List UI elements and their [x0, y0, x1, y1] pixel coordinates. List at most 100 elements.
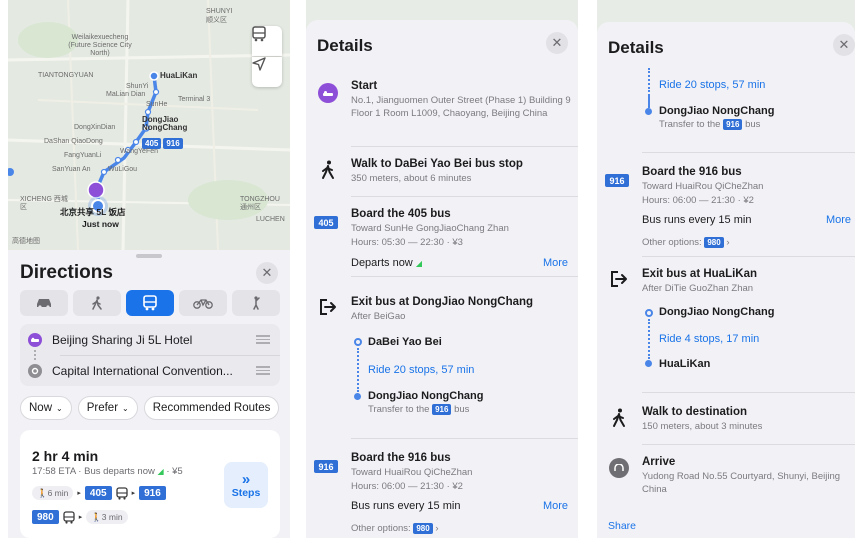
- close-details-button[interactable]: ✕: [833, 34, 855, 56]
- sheet-grabber[interactable]: [136, 254, 162, 258]
- share-link[interactable]: Share: [608, 520, 636, 532]
- details-sheet: Details ✕ Start No.1, Jianguomen Outer S…: [306, 20, 578, 538]
- step-divider: [351, 438, 578, 439]
- ride-stops-link[interactable]: Ride 4 stops, 17 min: [659, 333, 759, 345]
- step-divider: [642, 392, 855, 393]
- filter-recommended-label: Recommended Routes: [152, 402, 271, 414]
- board-405-toward: Toward SunHe GongJiaoChang Zhan: [351, 223, 509, 234]
- other-options[interactable]: Other options: 980 ›: [351, 522, 571, 535]
- locate-me-button[interactable]: [252, 57, 282, 87]
- transfer-note: Transfer to the 916 bus: [659, 119, 760, 130]
- other-options[interactable]: Other options: 980 ›: [642, 236, 855, 249]
- route-option-card[interactable]: 2 hr 4 min 17:58 ETA · Bus departs now ◢…: [20, 430, 280, 538]
- map-view[interactable]: SHUNYI 顺义区 Weilaikexuecheng (Future Scie…: [8, 0, 290, 250]
- step-divider: [642, 444, 855, 445]
- bus-icon: [252, 26, 266, 42]
- steps-button[interactable]: » Steps: [224, 462, 268, 508]
- live-signal-icon: ◢: [157, 467, 164, 476]
- tab-ride[interactable]: [232, 290, 280, 316]
- board-916-hours: Hours: 06:00 — 21:30 · ¥2: [642, 195, 754, 206]
- filter-prefer[interactable]: Prefer ⌄: [77, 396, 138, 420]
- route-fare-sep: ·: [166, 466, 170, 477]
- directions-sheet: Directions ✕ Beijing Sharing Ji 5L Hotel: [8, 250, 290, 538]
- route-eta-text: 17:58 ETA · Bus departs now: [32, 466, 155, 477]
- close-icon: ✕: [261, 265, 273, 280]
- exit-hualikan-after: After DiTie GuoZhan Zhan: [642, 283, 754, 294]
- origin-name: Beijing Sharing Ji 5L Hotel: [52, 332, 193, 347]
- tab-walk[interactable]: [73, 290, 121, 316]
- tab-cycle[interactable]: [179, 290, 227, 316]
- walk-icon: 🚶: [91, 511, 102, 522]
- ride-route-line: [357, 348, 359, 392]
- walk-icon: [316, 160, 340, 180]
- segment-arrow-icon: ▸: [77, 490, 81, 497]
- origin-destination-box: Beijing Sharing Ji 5L Hotel Capital Inte…: [20, 324, 280, 386]
- map-label-malian-dian: MaLian Dian: [106, 91, 146, 98]
- bus-line-badge: 405: [84, 486, 112, 500]
- start-address: No.1, Jianguomen Outer Street (Phase 1) …: [351, 95, 571, 119]
- map-badge-916: 916: [163, 138, 183, 149]
- board-405-more-link[interactable]: More: [543, 257, 568, 269]
- steps-label: Steps: [231, 486, 261, 499]
- transfer-note: Transfer to the 916 bus: [368, 404, 469, 415]
- board-916-more-link[interactable]: More: [543, 500, 568, 512]
- exit-icon: [316, 298, 340, 316]
- route-fare: ¥5: [172, 466, 183, 477]
- reorder-handle-icon[interactable]: [256, 333, 270, 346]
- origin-row[interactable]: Beijing Sharing Ji 5L Hotel: [20, 324, 280, 355]
- tab-transit[interactable]: [126, 290, 174, 316]
- map-label-sanyuan-an: SanYuan An: [52, 166, 91, 173]
- board-916-title: Board the 916 bus: [642, 166, 742, 178]
- exit-hualikan-title: Exit bus at HuaLiKan: [642, 268, 758, 280]
- filter-prefer-label: Prefer: [86, 402, 119, 414]
- exit-dongjiao-after: After BeiGao: [351, 311, 406, 322]
- bus-line-badge: 916: [139, 486, 166, 500]
- reorder-handle-icon[interactable]: [256, 364, 270, 377]
- location-arrow-icon: [252, 57, 266, 71]
- close-details-button[interactable]: ✕: [546, 32, 568, 54]
- step-divider: [642, 256, 855, 257]
- bus-line-icon: 916: [314, 460, 338, 473]
- transfer-pre: Transfer to the: [368, 404, 430, 416]
- ride-stops-link[interactable]: Ride 20 stops, 57 min: [368, 364, 474, 376]
- details-title: Details: [608, 38, 664, 57]
- step-divider: [642, 152, 855, 153]
- transit-layer-button[interactable]: [252, 26, 282, 56]
- stop-dot-marker: [645, 108, 652, 115]
- destination-row[interactable]: Capital International Convention...: [20, 355, 280, 386]
- ride-stops-link[interactable]: Ride 20 stops, 57 min: [659, 79, 765, 91]
- tab-drive[interactable]: [20, 290, 68, 316]
- bus-line-badge: 980: [32, 510, 59, 524]
- board-916-more-link[interactable]: More: [826, 214, 851, 226]
- board-916-toward: Toward HuaiRou QiCheZhan: [642, 181, 764, 192]
- live-signal-icon: ◢: [415, 259, 422, 268]
- destination-pin-icon: [607, 458, 631, 478]
- chevron-right-icon: ›: [435, 523, 439, 534]
- close-icon: ✕: [838, 37, 850, 52]
- map-label-tiantongyuan: TIANTONGYUAN: [38, 72, 94, 79]
- bus-icon: [115, 486, 128, 500]
- hotel-pin-icon: [316, 83, 340, 103]
- map-label-dashan-qiaodong: DaShan QiaoDong: [44, 138, 103, 145]
- map-label-wuligou: WuLiGou: [108, 166, 138, 173]
- car-icon: [37, 299, 51, 309]
- transfer-post: bus: [454, 404, 470, 416]
- bicycle-icon: [193, 299, 213, 309]
- other-line-badge: 980: [704, 236, 724, 248]
- filter-recommended[interactable]: Recommended Routes: [143, 396, 280, 420]
- details-panel-bottom: Details ✕ Ride 20 stops, 57 min DongJiao…: [597, 0, 855, 538]
- map-label-hualikan: HuaLiKan: [160, 71, 198, 80]
- map-label-sunhe: SunHe: [146, 101, 168, 108]
- transport-mode-tabs: [20, 290, 280, 316]
- chevron-double-right-icon: »: [241, 470, 251, 488]
- close-directions-button[interactable]: ✕: [256, 262, 278, 284]
- walk-icon: [607, 408, 631, 428]
- chevron-right-icon: ›: [726, 237, 730, 248]
- stop-ring-marker: [645, 309, 653, 317]
- filter-now[interactable]: Now ⌄: [20, 396, 72, 420]
- walk-title: Walk to DaBei Yao Bei bus stop: [351, 158, 523, 170]
- from-stop-dabei: DaBei Yao Bei: [368, 336, 442, 348]
- bus-icon: [143, 295, 157, 311]
- board-405-title: Board the 405 bus: [351, 208, 451, 220]
- transfer-post: bus: [745, 119, 761, 131]
